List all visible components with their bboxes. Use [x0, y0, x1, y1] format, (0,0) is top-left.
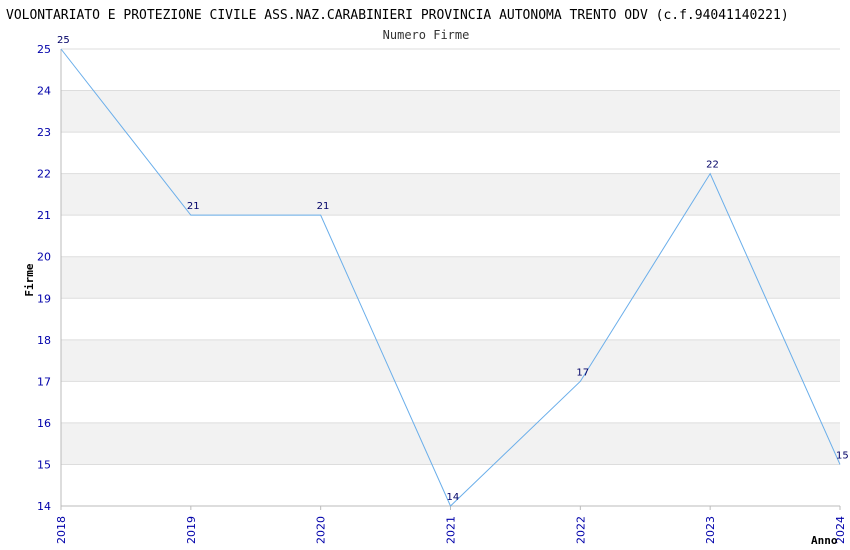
x-tick-label: 2018 [55, 516, 68, 544]
y-tick-label: 21 [37, 209, 51, 222]
y-tick-label: 25 [37, 43, 51, 56]
data-label: 25 [57, 35, 70, 46]
y-tick-label: 22 [37, 168, 51, 181]
grid-bands [61, 90, 840, 465]
grid-band [61, 339, 840, 382]
data-label: 21 [187, 201, 200, 212]
data-label: 21 [317, 201, 330, 212]
grid-band [61, 422, 840, 465]
x-tick-labels: 2018 2019 2020 2021 2022 2023 2024 [55, 506, 847, 544]
y-tick-label: 24 [37, 85, 51, 98]
data-label: 14 [447, 492, 460, 503]
y-tick-label: 20 [37, 251, 51, 264]
x-tick-label: 2021 [445, 516, 458, 544]
line-chart: VOLONTARIATO E PROTEZIONE CIVILE ASS.NAZ… [6, 8, 849, 547]
y-tick-label: 14 [37, 500, 51, 513]
y-tick-labels: 14 15 16 17 18 19 20 21 22 23 24 25 [37, 43, 51, 513]
grid-band [61, 256, 840, 299]
y-tick-label: 19 [37, 292, 51, 305]
y-axis-label: Firme [23, 263, 36, 296]
y-tick-label: 17 [37, 375, 51, 388]
y-tick-label: 23 [37, 126, 51, 139]
x-tick-label: 2023 [704, 516, 717, 544]
y-tick-label: 15 [37, 458, 51, 471]
y-tick-label: 18 [37, 334, 51, 347]
data-label: 15 [836, 450, 849, 461]
data-label: 17 [576, 367, 589, 378]
x-tick-label: 2022 [574, 516, 587, 544]
chart-title: VOLONTARIATO E PROTEZIONE CIVILE ASS.NAZ… [6, 8, 789, 23]
x-tick-label: 2020 [315, 516, 328, 544]
x-axis-label: Anno [811, 534, 838, 547]
grid-band [61, 90, 840, 133]
grid-band [61, 173, 840, 216]
chart-subtitle: Numero Firme [383, 28, 470, 42]
x-tick-label: 2019 [185, 516, 198, 544]
data-label: 22 [706, 160, 719, 171]
y-tick-label: 16 [37, 417, 51, 430]
